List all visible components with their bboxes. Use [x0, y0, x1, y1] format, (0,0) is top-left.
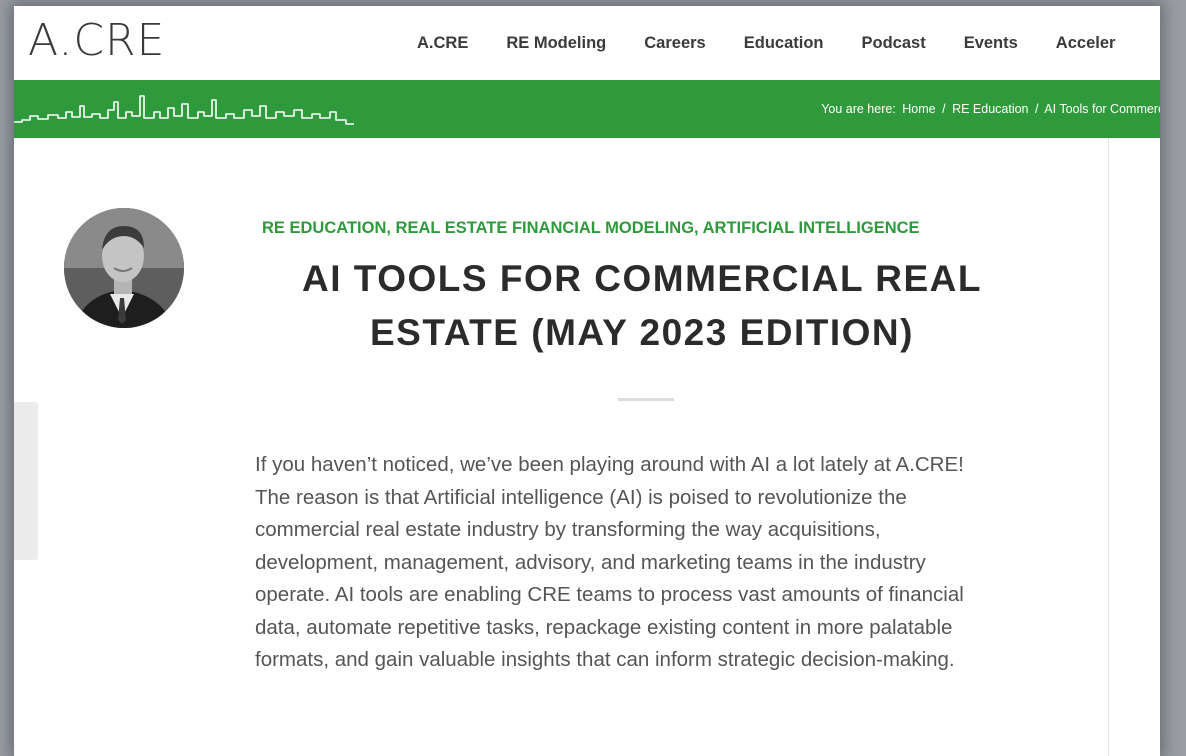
- breadcrumb: You are here: Home / RE Education / AI T…: [821, 102, 1160, 116]
- breadcrumb-re-education[interactable]: RE Education: [952, 102, 1028, 116]
- title-separator: [618, 398, 674, 401]
- browser-page: A.CRE A.CRE RE Modeling Careers Educatio…: [14, 6, 1160, 756]
- breadcrumb-separator: /: [1035, 102, 1039, 116]
- title-bar: You are here: Home / RE Education / AI T…: [14, 80, 1160, 138]
- breadcrumb-separator: /: [942, 102, 946, 116]
- breadcrumb-prefix: You are here:: [821, 102, 896, 116]
- nav-item-acre[interactable]: A.CRE: [417, 34, 468, 53]
- nav-item-re-modeling[interactable]: RE Modeling: [506, 34, 606, 53]
- main-nav: A.CRE RE Modeling Careers Education Podc…: [417, 34, 1153, 53]
- skyline-icon: [14, 95, 354, 125]
- post-categories[interactable]: RE EDUCATION, REAL ESTATE FINANCIAL MODE…: [262, 219, 920, 238]
- nav-item-podcast[interactable]: Podcast: [862, 34, 926, 53]
- nav-item-education[interactable]: Education: [744, 34, 824, 53]
- author-avatar[interactable]: [64, 208, 184, 328]
- nav-item-careers[interactable]: Careers: [644, 34, 705, 53]
- author-portrait-icon: [64, 208, 184, 328]
- side-share-tab[interactable]: [14, 402, 38, 560]
- post-title: AI TOOLS FOR COMMERCIAL REAL ESTATE (MAY…: [302, 258, 982, 353]
- breadcrumb-current: AI Tools for Commerci: [1044, 102, 1160, 116]
- nav-item-events[interactable]: Events: [964, 34, 1018, 53]
- site-logo[interactable]: A.CRE: [28, 16, 165, 66]
- sidebar-divider: [1108, 138, 1109, 756]
- post-intro-paragraph: If you haven’t noticed, we’ve been playi…: [255, 453, 964, 671]
- breadcrumb-home[interactable]: Home: [902, 102, 935, 116]
- nav-item-accelerator[interactable]: Acceler: [1056, 34, 1116, 53]
- site-header: A.CRE A.CRE RE Modeling Careers Educatio…: [14, 6, 1160, 80]
